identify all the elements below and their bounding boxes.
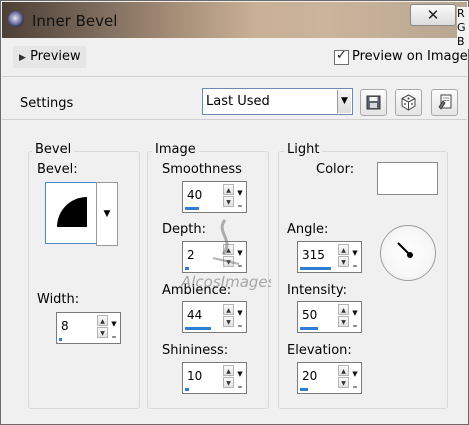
intensity-label: Intensity: — [287, 283, 348, 298]
width-value: 8 — [61, 319, 69, 333]
angle-needle-icon — [397, 242, 413, 258]
slider-dropdown-icon[interactable]: ▼ ‗ — [110, 319, 118, 339]
shininess-value: 10 — [187, 369, 203, 383]
side-letter-b: B — [457, 35, 465, 48]
preset-value: Last Used — [206, 94, 270, 109]
smoothness-label: Smoothness — [162, 162, 242, 177]
increment-arrow-icon[interactable]: ▲ — [338, 304, 349, 315]
window-title: Inner Bevel — [32, 12, 118, 30]
decrement-arrow-icon[interactable]: ▼ — [223, 377, 234, 388]
dialog-window: Inner Bevel ✕ R G B ▶ Preview ✓ Preview … — [0, 0, 469, 425]
side-letter-g: G — [457, 21, 466, 34]
slider-dropdown-icon[interactable]: ▼ ‗ — [351, 308, 359, 328]
shininess-fill-bar — [185, 388, 189, 391]
preset-dropdown[interactable]: Last Used ▼ — [202, 88, 353, 115]
slider-dropdown-icon[interactable]: ▼ ‗ — [236, 369, 244, 389]
save-preset-icon — [366, 95, 381, 110]
slider-dropdown-icon[interactable]: ▼ ‗ — [236, 308, 244, 328]
divider — [2, 119, 467, 120]
close-button[interactable]: ✕ — [410, 4, 456, 26]
elevation-value: 20 — [302, 369, 318, 383]
decrement-arrow-icon[interactable]: ▼ — [223, 316, 234, 327]
increment-arrow-icon[interactable]: ▲ — [97, 315, 108, 326]
intensity-fill-bar — [300, 327, 318, 330]
reset-button[interactable] — [431, 89, 458, 116]
bevel-dropdown-button[interactable]: ▼ — [96, 182, 118, 246]
ambience-stepper[interactable]: 44 ▲ ▼ ▼ ‗ — [182, 301, 247, 333]
slider-dropdown-icon[interactable]: ▼ ‗ — [236, 188, 244, 208]
angle-dial[interactable] — [380, 225, 436, 281]
ambience-value: 44 — [187, 308, 203, 322]
decrement-arrow-icon[interactable]: ▼ — [338, 377, 349, 388]
decrement-arrow-icon[interactable]: ▼ — [338, 316, 349, 327]
settings-label: Settings — [20, 96, 74, 111]
shininess-label: Shininess: — [162, 343, 229, 358]
app-icon — [8, 11, 24, 27]
chevron-down-icon: ▼ — [103, 209, 111, 219]
divider — [2, 76, 467, 77]
preview-on-image-label: Preview on Image — [352, 49, 468, 64]
ambience-fill-bar — [185, 327, 211, 330]
decrement-arrow-icon[interactable]: ▼ — [338, 256, 349, 267]
increment-arrow-icon[interactable]: ▲ — [338, 244, 349, 255]
decrement-arrow-icon[interactable]: ▼ — [223, 196, 234, 207]
close-icon: ✕ — [426, 6, 440, 24]
intensity-value: 50 — [302, 308, 318, 322]
bevel-shape-preview[interactable] — [45, 182, 97, 244]
smoothness-value: 40 — [187, 188, 203, 202]
angle-label: Angle: — [287, 222, 329, 237]
watermark-text: AlcosImages — [180, 273, 271, 290]
increment-arrow-icon[interactable]: ▲ — [223, 304, 234, 315]
light-group-title: Light — [284, 142, 323, 157]
expand-arrow-icon: ▶ — [19, 53, 26, 63]
increment-arrow-icon[interactable]: ▲ — [223, 365, 234, 376]
color-label: Color: — [316, 162, 355, 177]
width-label: Width: — [37, 292, 80, 307]
side-letter-r: R — [457, 7, 465, 20]
chevron-down-icon[interactable]: ▼ — [337, 90, 351, 113]
increment-arrow-icon[interactable]: ▲ — [223, 184, 234, 195]
angle-stepper[interactable]: 315 ▲ ▼ ▼ ‗ — [297, 241, 362, 273]
preview-button-label: Preview — [30, 49, 81, 64]
angle-value: 315 — [302, 248, 325, 262]
side-text: R G B — [457, 7, 469, 49]
randomize-icon — [401, 94, 416, 111]
watermark-logo: AlcosImages — [179, 214, 276, 291]
bevel-shape-icon — [57, 197, 87, 227]
shininess-stepper[interactable]: 10 ▲ ▼ ▼ ‗ — [182, 362, 247, 394]
smoothness-stepper[interactable]: 40 ▲ ▼ ▼ ‗ — [182, 181, 247, 213]
width-stepper[interactable]: 8 ▲ ▼ ▼ ‗ — [56, 312, 121, 344]
elevation-stepper[interactable]: 20 ▲ ▼ ▼ ‗ — [297, 362, 362, 394]
light-color-swatch[interactable] — [377, 162, 438, 195]
preview-toggle-button[interactable]: ▶ Preview — [13, 46, 86, 68]
checkmark-icon: ✓ — [336, 48, 347, 63]
save-preset-button[interactable] — [360, 89, 387, 116]
reset-icon — [438, 94, 452, 110]
slider-dropdown-icon[interactable]: ▼ ‗ — [351, 248, 359, 268]
randomize-button[interactable] — [395, 89, 422, 116]
bevel-label: Bevel: — [37, 162, 78, 177]
decrement-arrow-icon[interactable]: ▼ — [97, 327, 108, 338]
slider-dropdown-icon[interactable]: ▼ ‗ — [351, 369, 359, 389]
width-fill-bar — [59, 338, 62, 341]
preview-on-image-checkbox[interactable]: ✓ — [334, 48, 349, 65]
elevation-fill-bar — [300, 388, 308, 391]
image-group-title: Image — [152, 142, 199, 157]
elevation-label: Elevation: — [287, 343, 352, 358]
increment-arrow-icon[interactable]: ▲ — [338, 365, 349, 376]
angle-fill-bar — [300, 267, 331, 270]
smoothness-fill-bar — [185, 207, 199, 210]
bevel-group-title: Bevel — [32, 142, 75, 157]
intensity-stepper[interactable]: 50 ▲ ▼ ▼ ‗ — [297, 301, 362, 333]
